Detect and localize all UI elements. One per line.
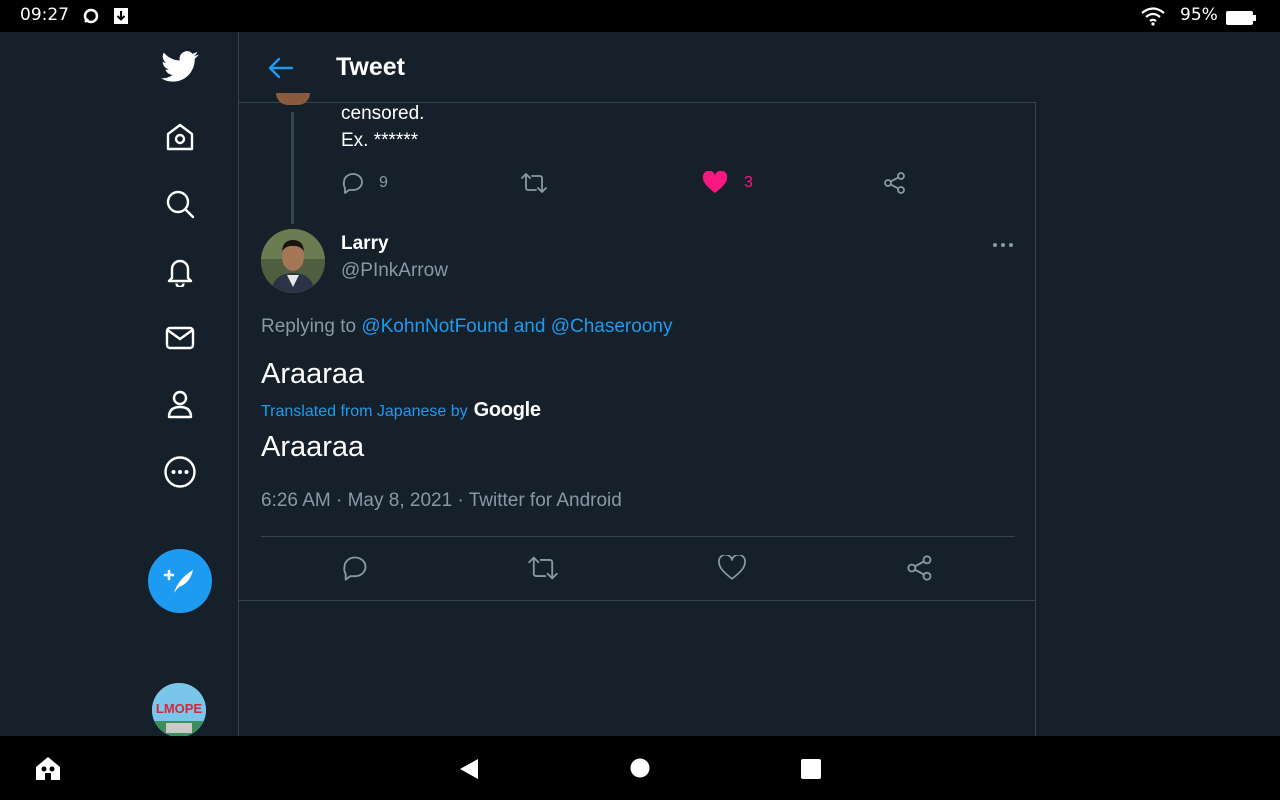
translated-label: Translated from Japanese by xyxy=(261,403,468,420)
search-icon[interactable] xyxy=(160,184,200,224)
share-icon xyxy=(907,555,932,581)
recents-square-icon[interactable] xyxy=(801,759,821,784)
author-avatar[interactable] xyxy=(261,229,325,293)
back-arrow-icon[interactable] xyxy=(267,54,295,87)
previous-like-count: 3 xyxy=(744,174,753,191)
retweet-icon xyxy=(521,173,547,193)
previous-retweet-button[interactable] xyxy=(521,171,547,195)
alexa-home-icon[interactable] xyxy=(33,754,63,787)
compose-feather-icon xyxy=(163,569,193,593)
sync-icon xyxy=(82,7,100,25)
account-avatar[interactable]: LMOPE xyxy=(152,683,206,737)
battery-icon xyxy=(1226,9,1256,27)
notifications-bell-icon[interactable] xyxy=(160,251,200,291)
previous-reply-count: 9 xyxy=(379,174,388,191)
twitter-logo-icon[interactable] xyxy=(160,47,200,87)
more-options-icon[interactable] xyxy=(160,452,200,492)
retweet-icon xyxy=(528,556,558,580)
reply-icon xyxy=(342,173,363,194)
back-triangle-icon[interactable] xyxy=(458,757,480,786)
like-button[interactable] xyxy=(717,553,747,583)
replying-and: and xyxy=(513,316,546,337)
previous-like-button[interactable]: 3 xyxy=(702,171,753,195)
reply-button[interactable] xyxy=(340,553,370,583)
compose-tweet-button[interactable] xyxy=(148,549,212,613)
thread-connector-line xyxy=(291,112,294,224)
previous-tweet-text-line2: Ex. ****** xyxy=(341,130,419,151)
reply-icon xyxy=(343,556,367,581)
battery-percent: 95% xyxy=(1180,5,1218,25)
replying-user-link-1[interactable]: @KohnNotFound xyxy=(361,316,508,337)
translation-attribution: Translated from Japanese by Google xyxy=(261,399,541,422)
tweet-text-translated: Araaraa xyxy=(261,431,365,463)
previous-share-button[interactable] xyxy=(883,171,907,195)
heart-filled-icon xyxy=(702,171,728,193)
share-icon xyxy=(884,172,905,194)
replying-to-line: Replying to @KohnNotFound and @Chaseroon… xyxy=(261,316,672,338)
heart-icon xyxy=(718,555,746,580)
system-navigation-bar xyxy=(0,736,1280,800)
avatar-text: LMOPE xyxy=(156,701,203,716)
tweet-bottom-border xyxy=(239,600,1036,601)
home-circle-icon[interactable] xyxy=(630,758,650,783)
download-icon xyxy=(112,7,130,25)
replying-user-link-2[interactable]: @Chaseroony xyxy=(551,316,673,337)
messages-envelope-icon[interactable] xyxy=(160,318,200,358)
tweet-more-options-icon[interactable] xyxy=(992,236,1014,259)
status-time: 09:27 xyxy=(20,5,69,25)
tweet-text-original: Araaraa xyxy=(261,358,365,390)
home-icon[interactable] xyxy=(160,117,200,157)
sidebar: LMOPE xyxy=(0,32,239,737)
action-divider xyxy=(261,536,1015,537)
author-handle[interactable]: @PInkArrow xyxy=(341,260,448,282)
profile-person-icon[interactable] xyxy=(160,384,200,424)
share-button[interactable] xyxy=(905,553,935,583)
retweet-button[interactable] xyxy=(528,553,558,583)
tweet-timestamp-source[interactable]: 6:26 AM · May 8, 2021 · Twitter for Andr… xyxy=(261,490,622,512)
status-bar: 09:27 95% xyxy=(0,0,1280,32)
google-logo: Google xyxy=(473,399,541,421)
author-name[interactable]: Larry xyxy=(341,233,389,255)
wifi-icon xyxy=(1140,6,1166,26)
previous-tweet-text-line1: censored. xyxy=(341,103,425,124)
header: Tweet xyxy=(239,32,1036,103)
previous-reply-button[interactable]: 9 xyxy=(341,171,388,195)
replying-prefix: Replying to xyxy=(261,316,357,337)
page-title: Tweet xyxy=(336,53,405,81)
